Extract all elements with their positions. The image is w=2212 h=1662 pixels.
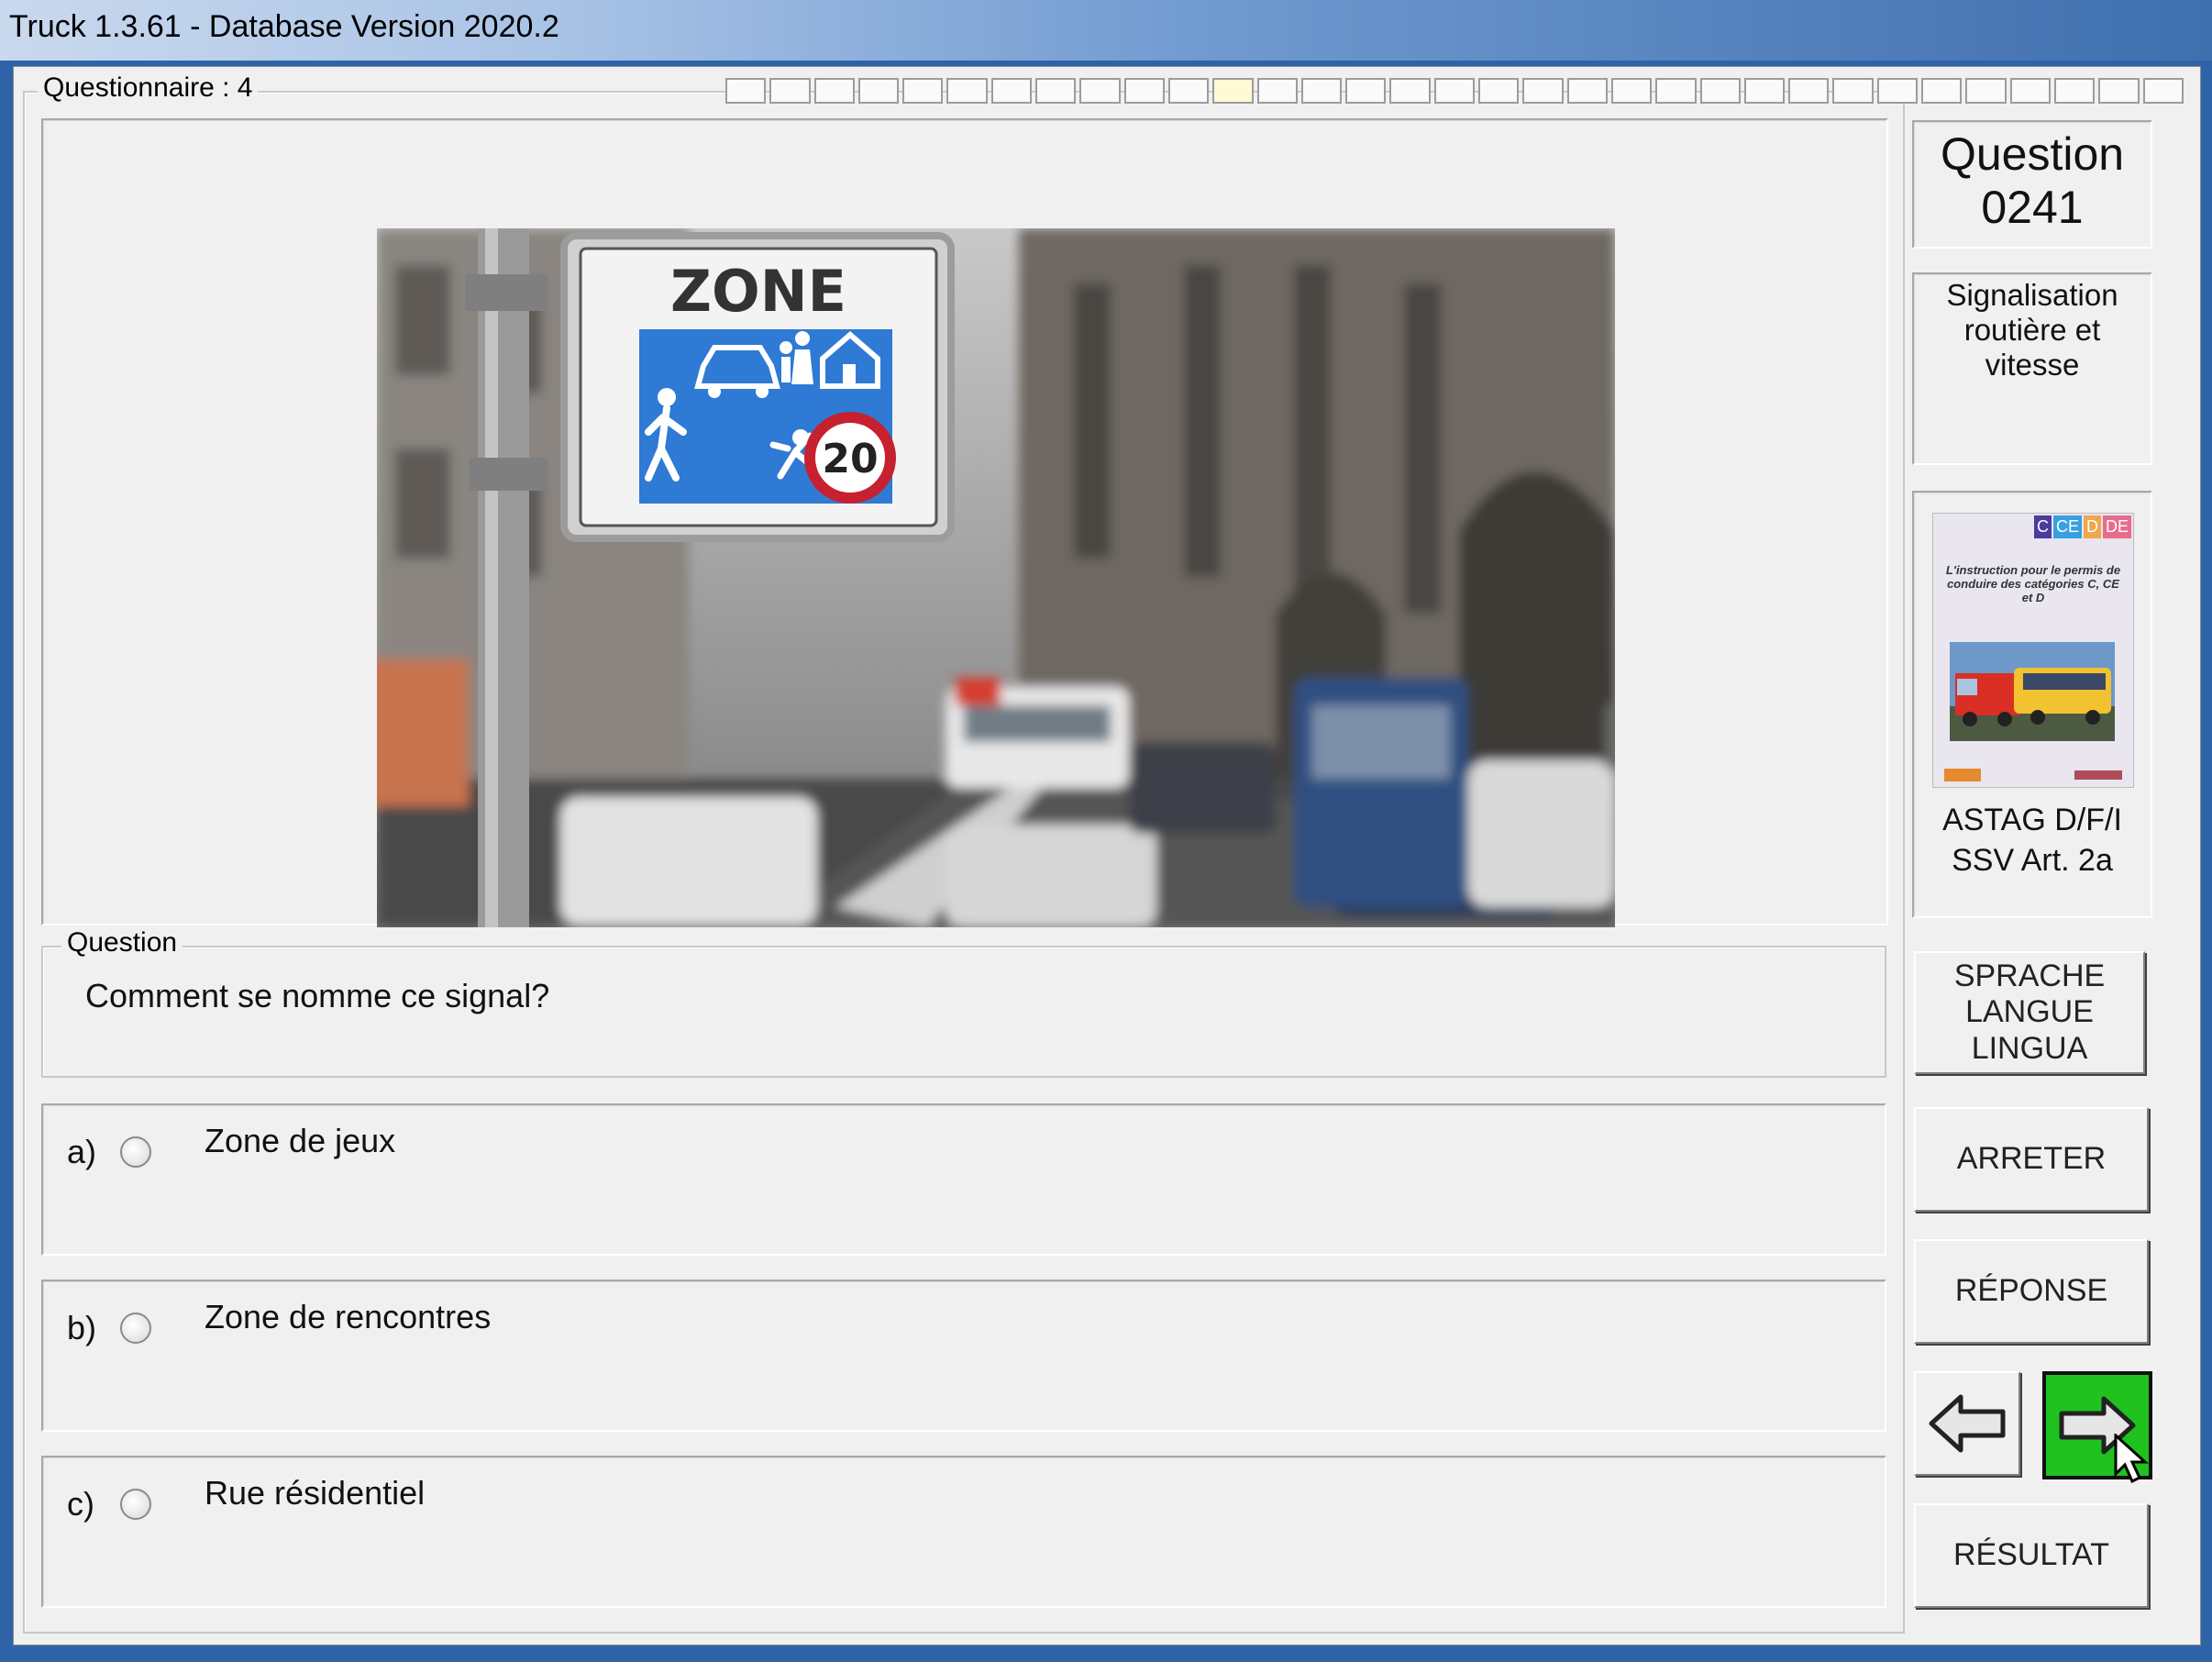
arrow-left-icon [1929,1394,2006,1453]
category-box: Signalisation routière et vitesse [1912,272,2152,465]
progress-segment [2142,78,2184,104]
publisher-logo [1944,769,1981,781]
progress-segment [1522,78,1564,104]
progress-segment [1256,78,1298,104]
progress-segment [946,78,988,104]
progress-segment [1965,78,2007,104]
legend-line [280,91,720,93]
app-window: Questionnaire : 4 ZONE 20 Question Comme… [0,61,2212,1662]
publisher-logo [2074,770,2122,780]
image-panel: ZONE 20 [41,118,1888,927]
progress-segment [1123,78,1165,104]
progress-segment [1610,78,1653,104]
progress-segment [1655,78,1697,104]
question-number: 0241 [1981,182,2084,233]
language-button[interactable]: SPRACHE LANGUE LINGUA [1914,951,2145,1074]
source-line1: ASTAG D/F/I [1942,803,2122,837]
progress-segment [2009,78,2051,104]
questionnaire-label: Questionnaire : 4 [38,72,259,104]
title-bar: Truck 1.3.61 - Database Version 2020.2 [0,0,2212,61]
progress-segment [1566,78,1608,104]
progress-segment [2098,78,2140,104]
question-number-label: Question [1940,128,2125,180]
progress-segment [1478,78,1520,104]
progress-segment [1699,78,1741,104]
answer-text: Rue résidentiel [205,1474,426,1512]
progress-segment [902,78,944,104]
question-text: Comment se nomme ce signal? [85,977,550,1014]
question-image: ZONE 20 [377,228,1615,927]
client-area: Questionnaire : 4 ZONE 20 Question Comme… [13,66,2201,1645]
speed-limit-text: 20 [822,436,878,482]
window-title: Truck 1.3.61 - Database Version 2020.2 [9,9,559,44]
stop-button[interactable]: ARRETER [1914,1107,2149,1212]
answer-b-panel[interactable]: b) Zone de rencontres [41,1280,1886,1432]
progress-segment [1035,78,1077,104]
answer-text: Zone de jeux [205,1122,396,1159]
progress-segment [1832,78,1874,104]
book-title-text: L'instruction pour le permis de conduire… [1945,563,2121,604]
progress-segment [1079,78,1121,104]
book-tag: C [2033,515,2052,538]
answer-b-radio[interactable] [120,1313,151,1344]
progress-segment [1788,78,1830,104]
progress-segment [1212,78,1254,104]
category-text: Signalisation routière et vitesse [1946,278,2118,382]
book-cover-image: C CE D DE L'instruction pour le permis d… [1932,513,2134,788]
previous-button[interactable] [1914,1371,2020,1476]
truck-bus-image [1950,642,2115,741]
answer-a-panel[interactable]: a) Zone de jeux [41,1103,1886,1256]
book-tag: D [2083,515,2101,538]
book-tag: DE [2102,515,2131,538]
progress-segment [990,78,1033,104]
result-button[interactable]: RÉSULTAT [1914,1503,2149,1608]
answer-c-panel[interactable]: c) Rue résidentiel [41,1456,1886,1608]
progress-segment [1389,78,1431,104]
progress-segment [1921,78,1963,104]
progress-bar [725,78,2184,104]
progress-segment [1345,78,1387,104]
answer-letter: c) [67,1485,94,1523]
progress-segment [2053,78,2096,104]
progress-segment [1743,78,1786,104]
answer-letter: b) [67,1309,97,1346]
progress-segment [1167,78,1210,104]
answer-c-radio[interactable] [120,1489,151,1520]
progress-segment [1876,78,1919,104]
question-legend: Question [61,927,183,958]
source-box: C CE D DE L'instruction pour le permis d… [1912,491,2152,918]
progress-segment [725,78,767,104]
book-tag: CE [2052,515,2082,538]
answer-a-radio[interactable] [120,1136,151,1168]
progress-segment [1433,78,1476,104]
book-tags: C CE D DE [2033,515,2131,538]
question-number-box: Question 0241 [1912,120,2152,249]
progress-segment [857,78,900,104]
answer-letter: a) [67,1133,97,1170]
answer-text: Zone de rencontres [205,1298,492,1335]
source-line2: SSV Art. 2a [1952,843,2113,878]
progress-segment [769,78,811,104]
progress-segment [813,78,855,104]
progress-segment [1300,78,1343,104]
sign-zone-text: ZONE [670,258,846,325]
answer-button[interactable]: RÉPONSE [1914,1239,2149,1344]
street-scene-image: ZONE 20 [377,228,1615,927]
mouse-cursor-icon [2114,1434,2149,1484]
